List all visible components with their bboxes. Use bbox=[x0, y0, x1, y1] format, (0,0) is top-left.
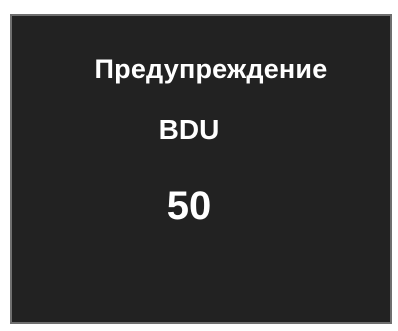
page-frame: Предупреждение BDU 50 bbox=[0, 0, 398, 331]
metric-label: BDU bbox=[158, 114, 220, 145]
warning-panel: Предупреждение BDU 50 bbox=[10, 14, 392, 324]
warning-heading: Предупреждение bbox=[94, 54, 328, 84]
metric-value: 50 bbox=[166, 184, 212, 228]
